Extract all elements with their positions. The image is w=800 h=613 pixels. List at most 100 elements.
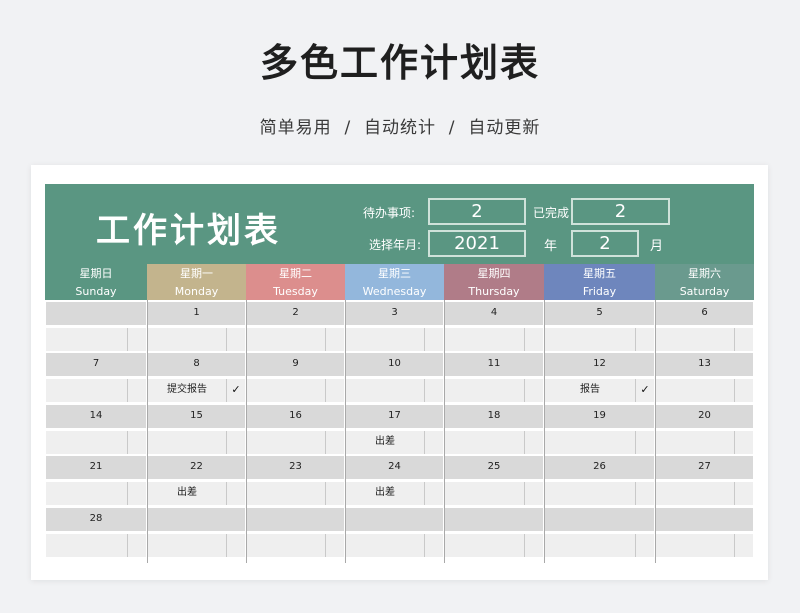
- task-cell[interactable]: [445, 431, 525, 454]
- date-cell[interactable]: 17: [346, 405, 443, 428]
- date-cell[interactable]: 16: [247, 405, 344, 428]
- task-cell[interactable]: [445, 328, 525, 351]
- date-cell[interactable]: [247, 508, 344, 531]
- date-cell[interactable]: 24: [346, 456, 443, 479]
- status-check-cell[interactable]: [128, 482, 146, 505]
- task-cell[interactable]: [247, 379, 326, 402]
- date-cell[interactable]: 28: [46, 508, 146, 531]
- task-cell[interactable]: 出差: [346, 482, 425, 505]
- task-cell[interactable]: [46, 482, 128, 505]
- status-check-cell[interactable]: [326, 431, 344, 454]
- date-cell[interactable]: 13: [656, 353, 753, 376]
- status-check-cell[interactable]: [636, 482, 654, 505]
- task-cell[interactable]: [545, 328, 636, 351]
- status-check-cell[interactable]: [525, 534, 543, 557]
- status-check-cell[interactable]: [525, 379, 543, 402]
- status-check-cell[interactable]: [128, 379, 146, 402]
- task-cell[interactable]: [545, 482, 636, 505]
- date-cell[interactable]: 14: [46, 405, 146, 428]
- date-cell[interactable]: 27: [656, 456, 753, 479]
- date-cell[interactable]: 5: [545, 302, 654, 325]
- status-check-cell[interactable]: [636, 534, 654, 557]
- status-check-cell[interactable]: [326, 482, 344, 505]
- task-cell[interactable]: 出差: [346, 431, 425, 454]
- status-check-cell[interactable]: [735, 534, 753, 557]
- task-cell[interactable]: 报告: [545, 379, 636, 402]
- task-cell[interactable]: [545, 431, 636, 454]
- task-cell[interactable]: [656, 328, 735, 351]
- date-cell[interactable]: 3: [346, 302, 443, 325]
- date-cell[interactable]: [148, 508, 245, 531]
- status-check-cell[interactable]: [326, 379, 344, 402]
- task-cell[interactable]: [148, 534, 227, 557]
- status-check-cell[interactable]: [735, 431, 753, 454]
- status-check-cell[interactable]: ✓: [227, 379, 245, 402]
- status-check-cell[interactable]: [735, 379, 753, 402]
- status-check-cell[interactable]: [128, 328, 146, 351]
- status-check-cell[interactable]: [326, 328, 344, 351]
- status-check-cell[interactable]: [425, 534, 443, 557]
- status-check-cell[interactable]: [227, 534, 245, 557]
- status-check-cell[interactable]: [227, 482, 245, 505]
- task-cell[interactable]: [346, 379, 425, 402]
- date-cell[interactable]: 11: [445, 353, 543, 376]
- task-cell[interactable]: [148, 431, 227, 454]
- date-cell[interactable]: 15: [148, 405, 245, 428]
- pending-count-cell[interactable]: 2: [428, 198, 526, 225]
- task-cell[interactable]: 提交报告: [148, 379, 227, 402]
- date-cell[interactable]: 8: [148, 353, 245, 376]
- task-cell[interactable]: [445, 534, 525, 557]
- task-cell[interactable]: [656, 482, 735, 505]
- date-cell[interactable]: [346, 508, 443, 531]
- status-check-cell[interactable]: [525, 328, 543, 351]
- status-check-cell[interactable]: [636, 431, 654, 454]
- task-cell[interactable]: [247, 482, 326, 505]
- status-check-cell[interactable]: [425, 482, 443, 505]
- task-cell[interactable]: [656, 379, 735, 402]
- date-cell[interactable]: 10: [346, 353, 443, 376]
- status-check-cell[interactable]: [735, 482, 753, 505]
- date-cell[interactable]: 21: [46, 456, 146, 479]
- status-check-cell[interactable]: [525, 482, 543, 505]
- status-check-cell[interactable]: [227, 328, 245, 351]
- date-cell[interactable]: 23: [247, 456, 344, 479]
- status-check-cell[interactable]: [425, 431, 443, 454]
- status-check-cell[interactable]: ✓: [636, 379, 654, 402]
- date-cell[interactable]: 19: [545, 405, 654, 428]
- status-check-cell[interactable]: [326, 534, 344, 557]
- date-cell[interactable]: 12: [545, 353, 654, 376]
- date-cell[interactable]: 2: [247, 302, 344, 325]
- date-cell[interactable]: 7: [46, 353, 146, 376]
- date-cell[interactable]: 26: [545, 456, 654, 479]
- date-cell[interactable]: [545, 508, 654, 531]
- status-check-cell[interactable]: [425, 379, 443, 402]
- task-cell[interactable]: [445, 379, 525, 402]
- date-cell[interactable]: 6: [656, 302, 753, 325]
- month-input-cell[interactable]: 2: [571, 230, 639, 257]
- task-cell[interactable]: [46, 328, 128, 351]
- task-cell[interactable]: [656, 431, 735, 454]
- date-cell[interactable]: 22: [148, 456, 245, 479]
- done-count-cell[interactable]: 2: [571, 198, 670, 225]
- date-cell[interactable]: 1: [148, 302, 245, 325]
- status-check-cell[interactable]: [735, 328, 753, 351]
- task-cell[interactable]: [346, 534, 425, 557]
- year-input-cell[interactable]: 2021: [428, 230, 526, 257]
- task-cell[interactable]: [46, 534, 128, 557]
- date-cell[interactable]: [46, 302, 146, 325]
- task-cell[interactable]: [46, 379, 128, 402]
- task-cell[interactable]: [247, 328, 326, 351]
- status-check-cell[interactable]: [227, 431, 245, 454]
- status-check-cell[interactable]: [425, 328, 443, 351]
- date-cell[interactable]: [656, 508, 753, 531]
- date-cell[interactable]: 25: [445, 456, 543, 479]
- task-cell[interactable]: [656, 534, 735, 557]
- date-cell[interactable]: 9: [247, 353, 344, 376]
- task-cell[interactable]: [247, 534, 326, 557]
- status-check-cell[interactable]: [636, 328, 654, 351]
- status-check-cell[interactable]: [525, 431, 543, 454]
- task-cell[interactable]: [346, 328, 425, 351]
- task-cell[interactable]: [445, 482, 525, 505]
- status-check-cell[interactable]: [128, 534, 146, 557]
- date-cell[interactable]: [445, 508, 543, 531]
